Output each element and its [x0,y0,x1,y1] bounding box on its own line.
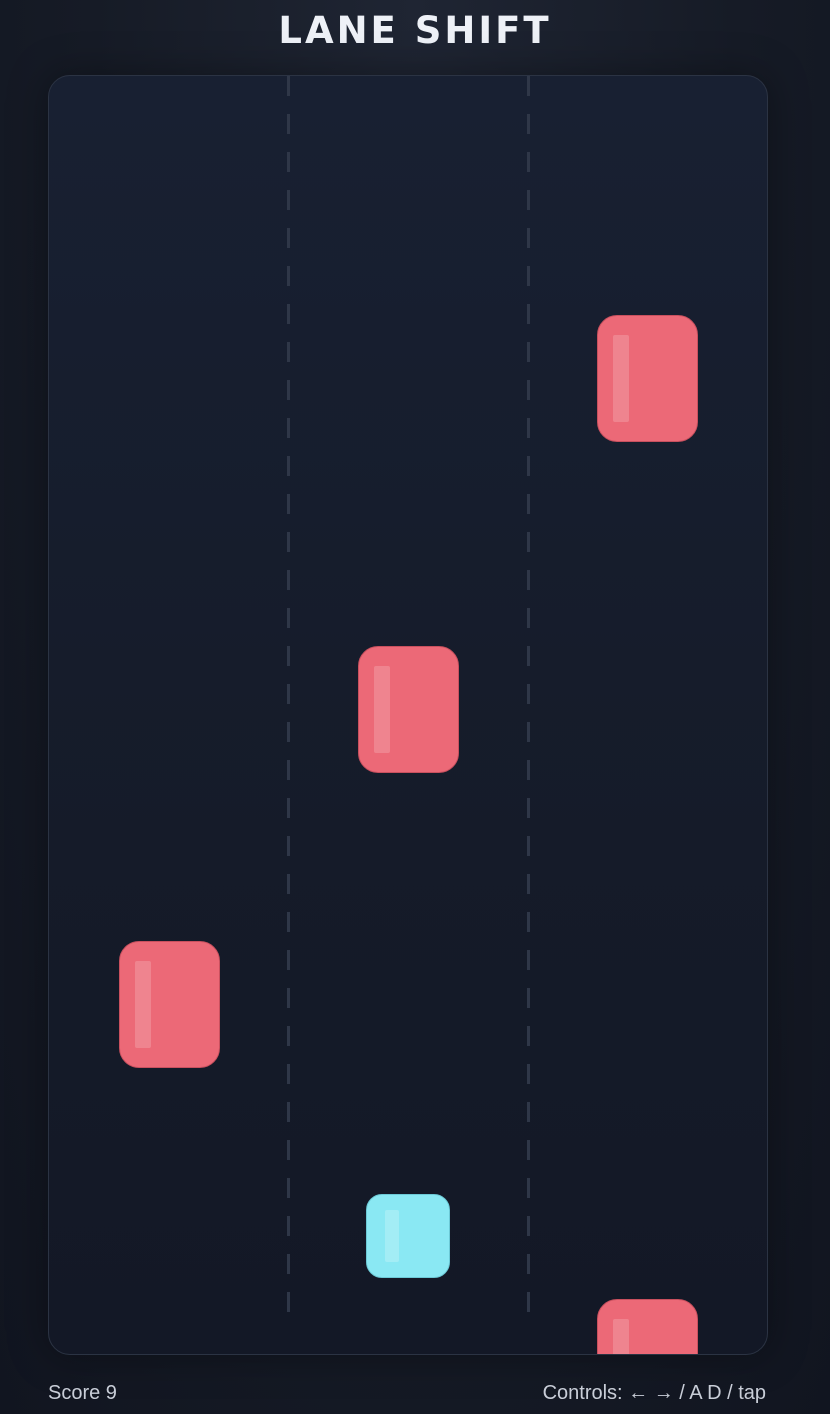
lane-divider-right [527,76,530,1328]
player-block [366,1194,450,1278]
obstacle-block [597,315,698,442]
player-highlight [385,1210,399,1262]
game-title: LANE SHIFT [278,9,552,52]
game-board[interactable] [48,75,768,1355]
obstacle-block [119,941,220,1068]
obstacle-block [597,1299,698,1354]
score-display: Score 9 [48,1382,117,1404]
controls-hint: Controls: ← → / A D / tap [542,1382,766,1404]
obstacle-highlight [613,1319,629,1354]
game-page: LANE SHIFT Score 9 Controls: ← → / A D /… [0,0,830,1414]
lane-divider-left [287,76,290,1328]
obstacle-highlight [135,961,151,1048]
obstacle-block [358,646,459,773]
obstacle-highlight [613,335,629,422]
obstacle-highlight [374,666,390,753]
